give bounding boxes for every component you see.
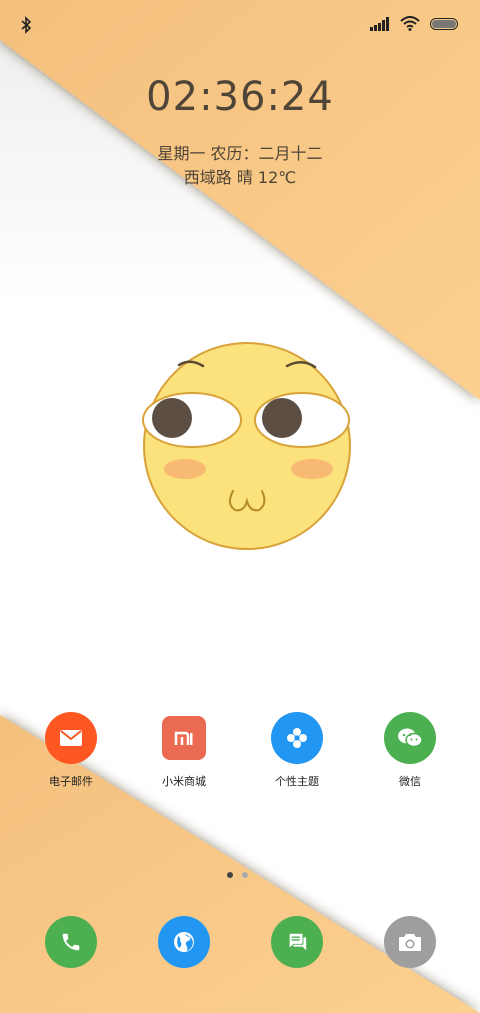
status-bar xyxy=(0,0,480,50)
camera-icon xyxy=(399,934,421,951)
browser-icon xyxy=(174,932,194,952)
messages-icon xyxy=(288,933,307,951)
battery-icon xyxy=(430,17,458,30)
themes-icon xyxy=(271,712,323,764)
mi-store-icon xyxy=(158,712,210,764)
app-label: 微信 xyxy=(399,775,421,788)
lockscreen-clock: 02:36:24 xyxy=(146,74,334,120)
page-indicator xyxy=(227,872,248,878)
wifi-icon xyxy=(400,16,420,31)
dock-camera-button[interactable] xyxy=(384,916,436,968)
app-wechat[interactable]: 微信 xyxy=(360,712,460,789)
app-email[interactable]: 电子邮件 xyxy=(21,712,121,789)
lockscreen-weather: 西域路 晴 12℃ xyxy=(183,168,297,187)
smiley-face-illustration xyxy=(142,342,351,550)
page-dot-2[interactable] xyxy=(242,872,248,878)
app-label: 个性主题 xyxy=(275,775,319,788)
wechat-icon xyxy=(384,712,436,764)
app-label: 电子邮件 xyxy=(49,775,93,788)
bluetooth-icon xyxy=(21,16,32,34)
app-themes[interactable]: 个性主题 xyxy=(247,712,347,789)
dock-messages-button[interactable] xyxy=(271,916,323,968)
dock-browser-button[interactable] xyxy=(158,916,210,968)
app-mi-store[interactable]: 小米商城 xyxy=(134,712,234,789)
app-label: 小米商城 xyxy=(162,775,206,788)
mail-icon xyxy=(45,712,97,764)
signal-icon xyxy=(370,16,389,31)
dock-phone-button[interactable] xyxy=(45,916,97,968)
phone-icon xyxy=(62,933,80,951)
lockscreen-date: 星期一 农历：二月十二 xyxy=(157,144,323,163)
page-dot-1[interactable] xyxy=(227,872,233,878)
